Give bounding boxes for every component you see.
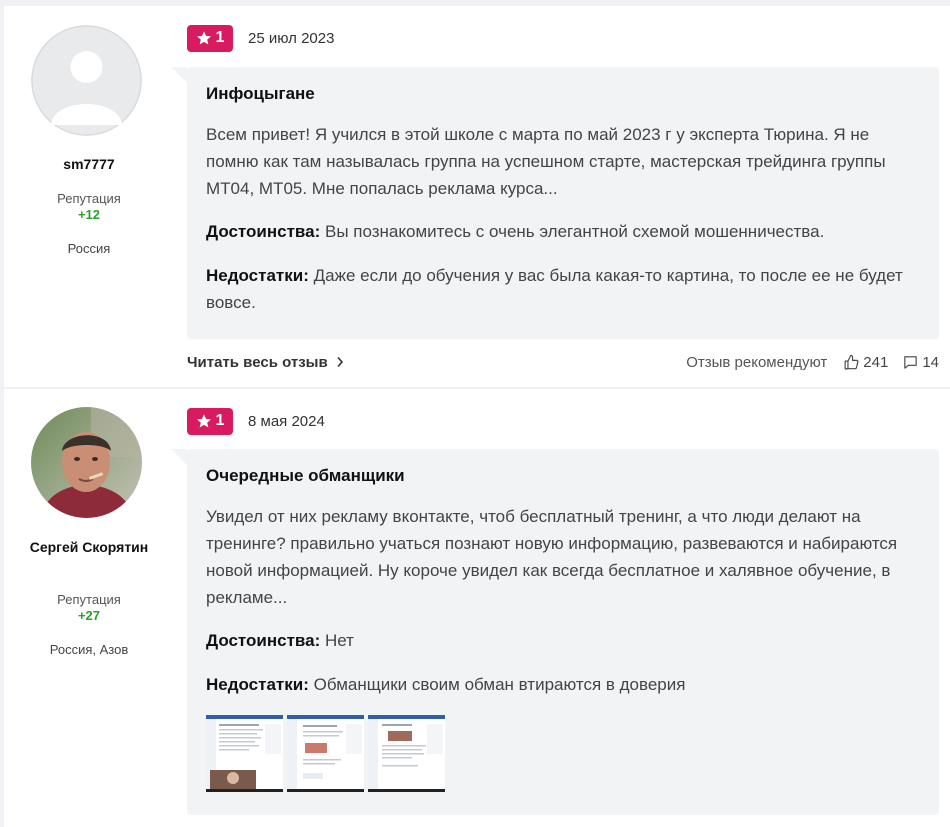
review-card: sm7777 Репутация +12 Россия 1 25 июл 202… (4, 6, 950, 387)
reputation-value: +12 (77, 207, 101, 222)
read-more-link[interactable]: Читать весь отзыв (187, 354, 344, 371)
rating-badge: 1 (187, 407, 233, 435)
avatar[interactable] (31, 25, 142, 136)
avatar[interactable] (31, 407, 142, 518)
comment-icon (904, 355, 918, 369)
review-pros: Достоинства: Вы познакомитесь с очень эл… (206, 218, 921, 245)
pros-label: Достоинства: (206, 222, 321, 241)
rating-value: 1 (215, 412, 225, 429)
reputation-value: +27 (77, 608, 101, 623)
review-stats: Отзыв рекомендуют 241 14 (686, 354, 939, 371)
review-text: Увидел от них рекламу вконтакте, чтоб бе… (206, 507, 898, 607)
review-meta: 1 25 июл 2023 (187, 24, 334, 52)
review-card: Сергей Скорятин Репутация +27 Россия, Аз… (4, 389, 950, 827)
pros-text: Нет (325, 631, 354, 650)
read-more-label: Читать весь отзыв (187, 353, 328, 371)
screenshot-thumbnail-icon (368, 715, 445, 789)
review-date: 25 июл 2023 (248, 29, 335, 47)
likes-count: 241 (863, 353, 889, 371)
rating-value: 1 (215, 29, 225, 46)
author-location: Россия, Азов (49, 642, 129, 657)
cons-label: Недостатки: (206, 675, 309, 694)
screenshot-thumbnail-icon (206, 715, 283, 789)
review-cons: Недостатки: Обманщики своим обман втираю… (206, 671, 921, 698)
attachment-thumbnail[interactable] (368, 715, 445, 792)
review-pros: Достоинства: Нет (206, 627, 921, 654)
reputation-label: Репутация (57, 191, 121, 206)
reputation-label: Репутация (57, 592, 121, 607)
star-icon (196, 31, 211, 45)
review-title[interactable]: Инфоцыгане (206, 84, 921, 104)
attachment-thumbnail[interactable] (287, 715, 364, 792)
attachment-thumbnail[interactable] (206, 715, 283, 792)
comments-button[interactable]: 14 (902, 354, 939, 371)
rating-badge: 1 (187, 24, 233, 52)
author-name[interactable]: Сергей Скорятин (4, 538, 174, 556)
review-text: Всем привет! Я учился в этой школе с мар… (206, 125, 886, 198)
review-meta: 1 8 мая 2024 (187, 407, 325, 435)
avatar-placeholder-icon (31, 25, 142, 136)
author-location: Россия (67, 241, 111, 256)
chevron-right-icon (337, 356, 343, 368)
star-icon (196, 414, 211, 428)
review-cons: Недостатки: Даже если до обучения у вас … (206, 262, 921, 316)
pros-label: Достоинства: (206, 631, 321, 650)
author-name[interactable]: sm7777 (4, 155, 174, 173)
cons-label: Недостатки: (206, 266, 309, 285)
like-button[interactable]: 241 (843, 354, 888, 371)
cons-text: Даже если до обучения у вас была какая-т… (206, 266, 903, 312)
pros-text: Вы познакомитесь с очень элегантной схем… (325, 222, 825, 241)
cons-text: Обманщики своим обман втираются в довери… (313, 675, 686, 694)
review-footer: Читать весь отзыв Отзыв рекомендуют 241 … (187, 351, 939, 373)
recommend-label: Отзыв рекомендуют (686, 353, 828, 371)
review-date: 8 мая 2024 (248, 412, 325, 430)
review-title[interactable]: Очередные обманщики (206, 466, 921, 486)
avatar-photo-icon (31, 407, 142, 518)
thumbs-up-icon (844, 354, 859, 369)
screenshot-thumbnail-icon (287, 715, 364, 789)
comments-count: 14 (922, 353, 939, 371)
review-attachments (206, 715, 921, 792)
review-body: Очередные обманщики Увидел от них реклам… (171, 449, 939, 815)
review-body: Инфоцыгане Всем привет! Я учился в этой … (171, 67, 939, 339)
